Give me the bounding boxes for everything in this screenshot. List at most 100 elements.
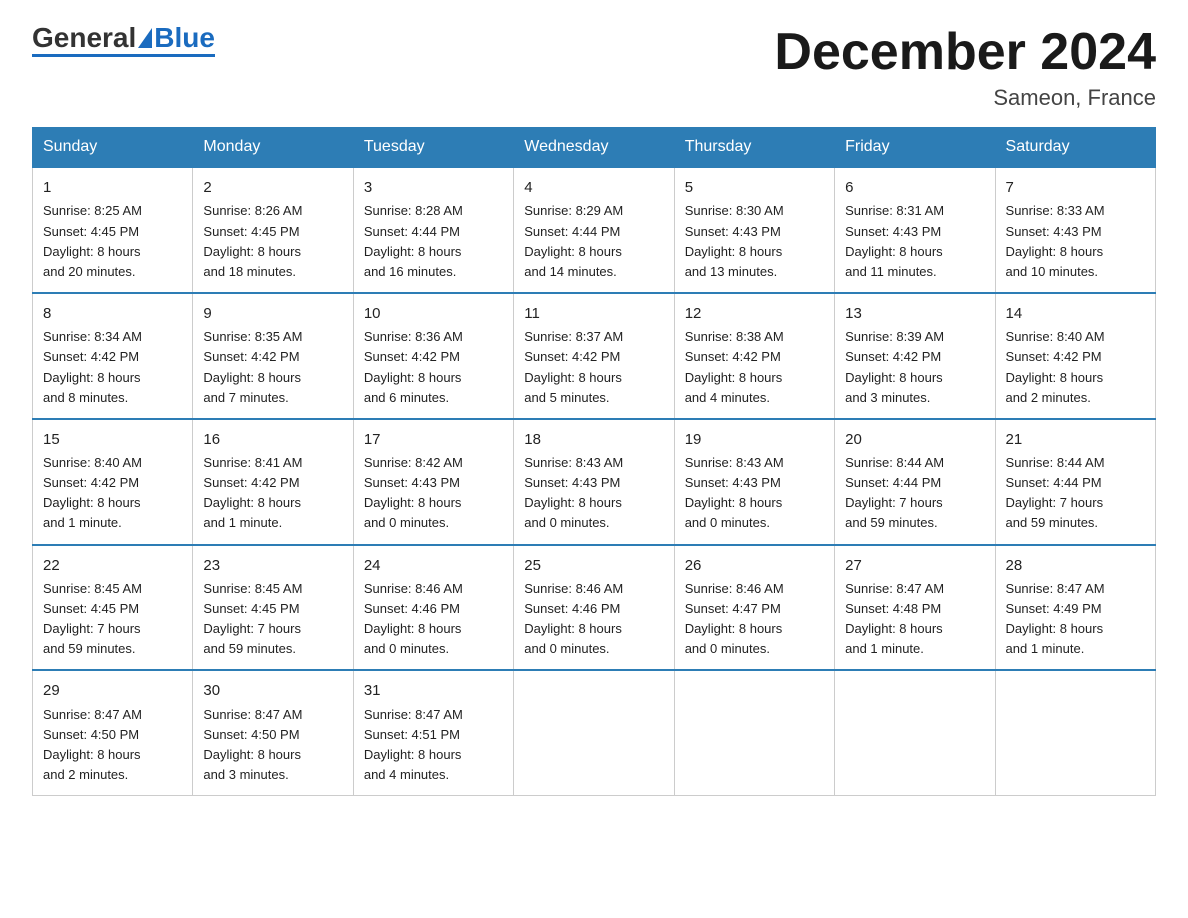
calendar-cell: 5Sunrise: 8:30 AMSunset: 4:43 PMDaylight… bbox=[674, 167, 834, 293]
day-number: 6 bbox=[845, 176, 984, 199]
page-header: General Blue December 2024 Sameon, Franc… bbox=[32, 24, 1156, 111]
day-info: Sunrise: 8:40 AMSunset: 4:42 PMDaylight:… bbox=[43, 453, 182, 534]
calendar-cell: 22Sunrise: 8:45 AMSunset: 4:45 PMDayligh… bbox=[33, 545, 193, 671]
calendar-cell: 10Sunrise: 8:36 AMSunset: 4:42 PMDayligh… bbox=[353, 293, 513, 419]
calendar-cell: 7Sunrise: 8:33 AMSunset: 4:43 PMDaylight… bbox=[995, 167, 1155, 293]
day-number: 3 bbox=[364, 176, 503, 199]
day-number: 20 bbox=[845, 428, 984, 451]
calendar-day-header: Thursday bbox=[674, 128, 834, 168]
day-info: Sunrise: 8:37 AMSunset: 4:42 PMDaylight:… bbox=[524, 327, 663, 408]
day-number: 25 bbox=[524, 554, 663, 577]
day-number: 10 bbox=[364, 302, 503, 325]
calendar-cell bbox=[674, 670, 834, 795]
calendar-cell bbox=[995, 670, 1155, 795]
calendar-cell: 31 Sunrise: 8:47 AMSunset: 4:51 PMDayligh… bbox=[353, 670, 513, 795]
calendar-cell: 16Sunrise: 8:41 AMSunset: 4:42 PMDayligh… bbox=[193, 419, 353, 545]
calendar-cell: 24Sunrise: 8:46 AMSunset: 4:46 PMDayligh… bbox=[353, 545, 513, 671]
day-number: 24 bbox=[364, 554, 503, 577]
day-info: Sunrise: 8:39 AMSunset: 4:42 PMDaylight:… bbox=[845, 327, 984, 408]
day-number: 12 bbox=[685, 302, 824, 325]
calendar-cell: 28Sunrise: 8:47 AMSunset: 4:49 PMDayligh… bbox=[995, 545, 1155, 671]
day-info: Sunrise: 8:46 AMSunset: 4:47 PMDaylight:… bbox=[685, 579, 824, 660]
day-number: 5 bbox=[685, 176, 824, 199]
calendar-day-header: Friday bbox=[835, 128, 995, 168]
calendar-day-header: Tuesday bbox=[353, 128, 513, 168]
calendar-body: 1Sunrise: 8:25 AMSunset: 4:45 PMDaylight… bbox=[33, 167, 1156, 796]
day-info: Sunrise: 8:45 AMSunset: 4:45 PMDaylight:… bbox=[203, 579, 342, 660]
day-number: 18 bbox=[524, 428, 663, 451]
calendar-cell: 6Sunrise: 8:31 AMSunset: 4:43 PMDaylight… bbox=[835, 167, 995, 293]
day-info: Sunrise: 8:46 AMSunset: 4:46 PMDaylight:… bbox=[524, 579, 663, 660]
day-info: Sunrise: 8:42 AMSunset: 4:43 PMDaylight:… bbox=[364, 453, 503, 534]
calendar-table: SundayMondayTuesdayWednesdayThursdayFrid… bbox=[32, 127, 1156, 796]
calendar-cell: 21Sunrise: 8:44 AMSunset: 4:44 PMDayligh… bbox=[995, 419, 1155, 545]
day-number: 1 bbox=[43, 176, 182, 199]
day-number: 28 bbox=[1006, 554, 1145, 577]
day-info: Sunrise: 8:31 AMSunset: 4:43 PMDaylight:… bbox=[845, 201, 984, 282]
day-info: Sunrise: 8:45 AMSunset: 4:45 PMDaylight:… bbox=[43, 579, 182, 660]
logo-blue-text: Blue bbox=[154, 24, 215, 52]
day-info: Sunrise: 8:25 AMSunset: 4:45 PMDaylight:… bbox=[43, 201, 182, 282]
logo-triangle-icon bbox=[138, 28, 152, 48]
calendar-day-header: Wednesday bbox=[514, 128, 674, 168]
calendar-week-row: 8Sunrise: 8:34 AMSunset: 4:42 PMDaylight… bbox=[33, 293, 1156, 419]
calendar-day-header: Sunday bbox=[33, 128, 193, 168]
calendar-cell: 4Sunrise: 8:29 AMSunset: 4:44 PMDaylight… bbox=[514, 167, 674, 293]
calendar-cell: 29 Sunrise: 8:47 AMSunset: 4:50 PMDayligh… bbox=[33, 670, 193, 795]
day-info: Sunrise: 8:43 AMSunset: 4:43 PMDaylight:… bbox=[685, 453, 824, 534]
day-number: 11 bbox=[524, 302, 663, 325]
day-info: Sunrise: 8:34 AMSunset: 4:42 PMDaylight:… bbox=[43, 327, 182, 408]
day-info: Sunrise: 8:35 AMSunset: 4:42 PMDaylight:… bbox=[203, 327, 342, 408]
logo: General Blue bbox=[32, 24, 215, 57]
day-number: 2 bbox=[203, 176, 342, 199]
day-number: 4 bbox=[524, 176, 663, 199]
day-number: 13 bbox=[845, 302, 984, 325]
day-number: 7 bbox=[1006, 176, 1145, 199]
day-number: 21 bbox=[1006, 428, 1145, 451]
calendar-cell: 18Sunrise: 8:43 AMSunset: 4:43 PMDayligh… bbox=[514, 419, 674, 545]
logo-underline bbox=[32, 54, 215, 57]
calendar-cell: 27Sunrise: 8:47 AMSunset: 4:48 PMDayligh… bbox=[835, 545, 995, 671]
day-info: Sunrise: 8:30 AMSunset: 4:43 PMDaylight:… bbox=[685, 201, 824, 282]
location-label: Sameon, France bbox=[774, 85, 1156, 111]
day-number: 26 bbox=[685, 554, 824, 577]
calendar-cell: 19Sunrise: 8:43 AMSunset: 4:43 PMDayligh… bbox=[674, 419, 834, 545]
day-info: Sunrise: 8:40 AMSunset: 4:42 PMDaylight:… bbox=[1006, 327, 1145, 408]
calendar-cell: 14Sunrise: 8:40 AMSunset: 4:42 PMDayligh… bbox=[995, 293, 1155, 419]
day-info: Sunrise: 8:47 AMSunset: 4:50 PMDaylight:… bbox=[43, 705, 182, 786]
calendar-week-row: 29 Sunrise: 8:47 AMSunset: 4:50 PMDayligh… bbox=[33, 670, 1156, 795]
calendar-cell: 12Sunrise: 8:38 AMSunset: 4:42 PMDayligh… bbox=[674, 293, 834, 419]
day-number: 14 bbox=[1006, 302, 1145, 325]
calendar-header: SundayMondayTuesdayWednesdayThursdayFrid… bbox=[33, 128, 1156, 168]
day-number: 29 bbox=[43, 679, 182, 702]
day-number: 16 bbox=[203, 428, 342, 451]
calendar-cell: 1Sunrise: 8:25 AMSunset: 4:45 PMDaylight… bbox=[33, 167, 193, 293]
calendar-week-row: 1Sunrise: 8:25 AMSunset: 4:45 PMDaylight… bbox=[33, 167, 1156, 293]
calendar-cell: 11Sunrise: 8:37 AMSunset: 4:42 PMDayligh… bbox=[514, 293, 674, 419]
day-number: 17 bbox=[364, 428, 503, 451]
calendar-cell: 17Sunrise: 8:42 AMSunset: 4:43 PMDayligh… bbox=[353, 419, 513, 545]
day-info: Sunrise: 8:28 AMSunset: 4:44 PMDaylight:… bbox=[364, 201, 503, 282]
day-number: 8 bbox=[43, 302, 182, 325]
calendar-cell: 20Sunrise: 8:44 AMSunset: 4:44 PMDayligh… bbox=[835, 419, 995, 545]
calendar-cell: 23Sunrise: 8:45 AMSunset: 4:45 PMDayligh… bbox=[193, 545, 353, 671]
calendar-cell: 8Sunrise: 8:34 AMSunset: 4:42 PMDaylight… bbox=[33, 293, 193, 419]
day-info: Sunrise: 8:36 AMSunset: 4:42 PMDaylight:… bbox=[364, 327, 503, 408]
day-info: Sunrise: 8:38 AMSunset: 4:42 PMDaylight:… bbox=[685, 327, 824, 408]
day-info: Sunrise: 8:41 AMSunset: 4:42 PMDaylight:… bbox=[203, 453, 342, 534]
calendar-cell: 2Sunrise: 8:26 AMSunset: 4:45 PMDaylight… bbox=[193, 167, 353, 293]
calendar-day-header: Monday bbox=[193, 128, 353, 168]
day-info: Sunrise: 8:47 AMSunset: 4:51 PMDaylight:… bbox=[364, 705, 503, 786]
day-number: 31 bbox=[364, 679, 503, 702]
day-number: 27 bbox=[845, 554, 984, 577]
calendar-week-row: 15Sunrise: 8:40 AMSunset: 4:42 PMDayligh… bbox=[33, 419, 1156, 545]
logo-general-text: General bbox=[32, 24, 136, 52]
day-number: 19 bbox=[685, 428, 824, 451]
calendar-cell: 13Sunrise: 8:39 AMSunset: 4:42 PMDayligh… bbox=[835, 293, 995, 419]
day-info: Sunrise: 8:44 AMSunset: 4:44 PMDaylight:… bbox=[845, 453, 984, 534]
calendar-cell bbox=[835, 670, 995, 795]
calendar-header-row: SundayMondayTuesdayWednesdayThursdayFrid… bbox=[33, 128, 1156, 168]
day-info: Sunrise: 8:47 AMSunset: 4:49 PMDaylight:… bbox=[1006, 579, 1145, 660]
calendar-cell bbox=[514, 670, 674, 795]
title-area: December 2024 Sameon, France bbox=[774, 24, 1156, 111]
